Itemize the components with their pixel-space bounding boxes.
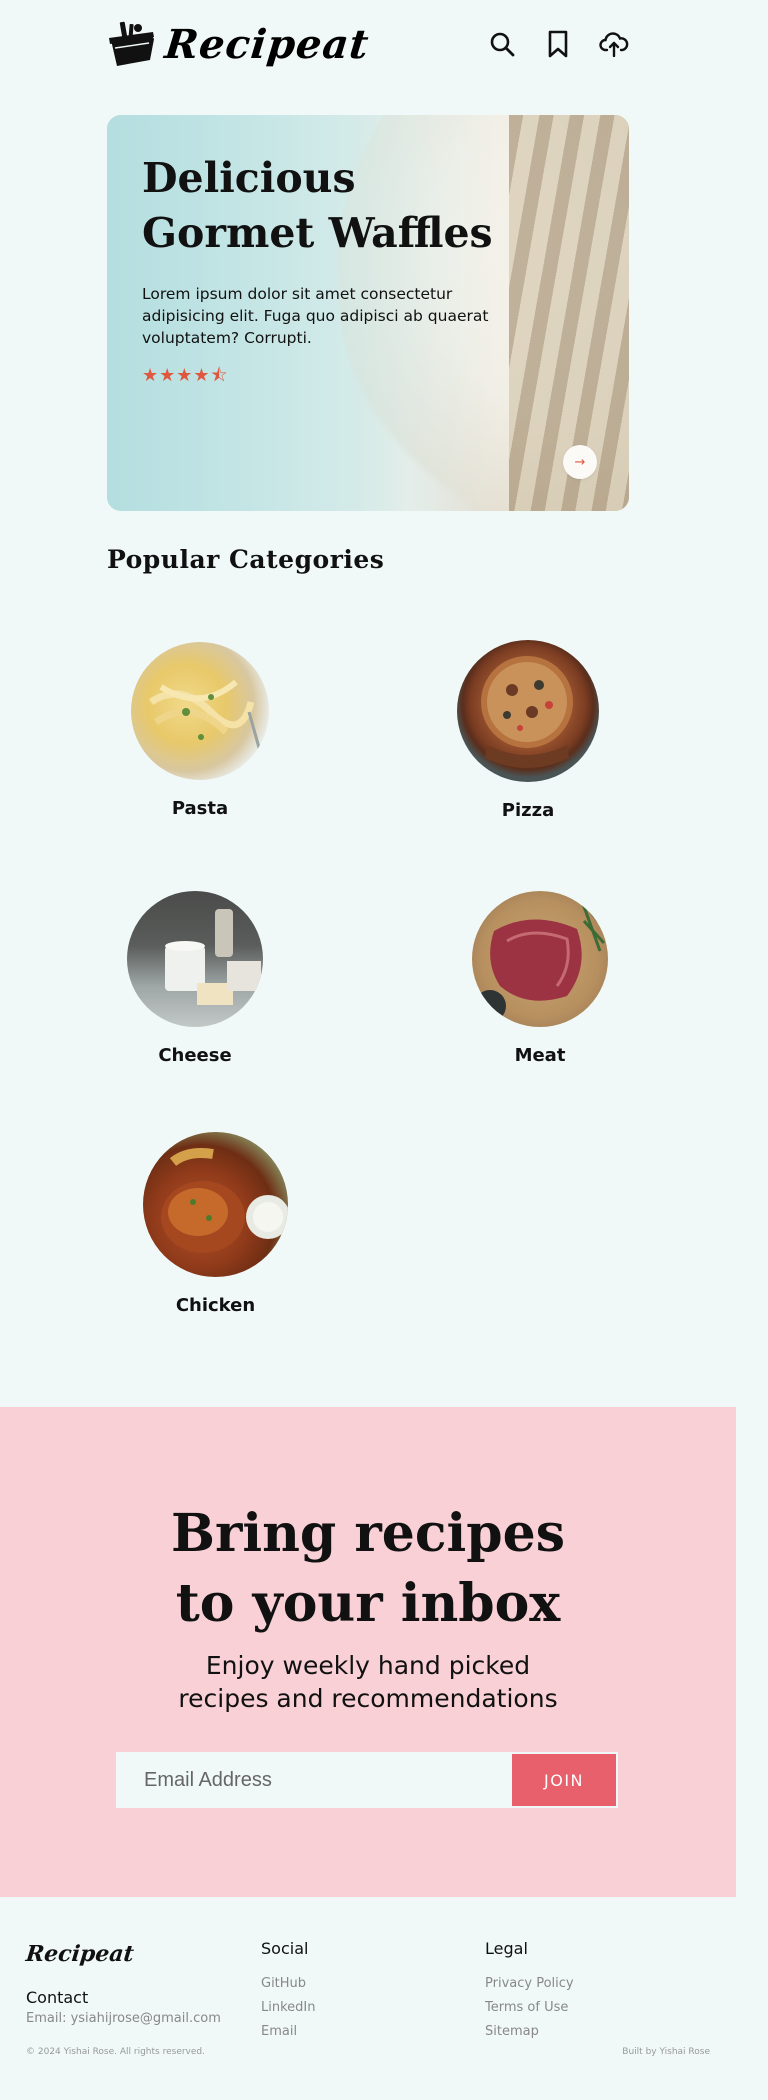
category-cheese[interactable]: Cheese (127, 891, 263, 1066)
search-icon[interactable] (487, 29, 517, 59)
hero-content: Delicious Gormet Waffles Lorem ipsum dol… (142, 151, 522, 393)
category-label: Cheese (158, 1045, 232, 1066)
category-label: Chicken (175, 1295, 256, 1316)
built-by-text: Built by Yishai Rose (622, 2047, 710, 2057)
site-header: Recipeat (107, 16, 629, 72)
brand-name: Recipeat (162, 20, 372, 68)
category-label: Pasta (171, 798, 229, 819)
footer-legal: Legal Privacy Policy Terms of Use Sitema… (485, 1939, 574, 2044)
email-link[interactable]: Email (261, 2020, 315, 2044)
hero-card[interactable]: Delicious Gormet Waffles Lorem ipsum dol… (107, 115, 629, 511)
star-rating: ★★★★⯪ (142, 365, 229, 386)
newsletter-form: JOIN (116, 1752, 618, 1808)
brand-logo[interactable]: Recipeat (107, 20, 372, 68)
header-actions (487, 29, 629, 59)
copyright-text: © 2024 Yishai Rose. All rights reserved. (26, 2047, 205, 2057)
category-label: Meat (514, 1045, 566, 1066)
basket-logo-icon (107, 20, 157, 68)
footer-social: Social GitHub LinkedIn Email (261, 1939, 315, 2044)
category-pasta[interactable]: Pasta (131, 642, 269, 819)
arrow-right-icon[interactable]: → (563, 445, 597, 479)
legal-heading: Legal (485, 1939, 528, 1958)
privacy-policy-link[interactable]: Privacy Policy (485, 1972, 574, 1996)
cheese-image (127, 891, 263, 1027)
pizza-image (457, 640, 599, 782)
hero-title: Delicious Gormet Waffles (142, 154, 493, 257)
meat-image (472, 891, 608, 1027)
category-pizza[interactable]: Pizza (457, 640, 599, 821)
newsletter-title: Bring recipes to your inbox (171, 1503, 565, 1634)
hero-description: Lorem ipsum dolor sit amet consectetur a… (142, 285, 489, 347)
category-chicken[interactable]: Chicken (143, 1132, 288, 1316)
footer-brand[interactable]: Recipeat (25, 1941, 136, 1967)
linkedin-link[interactable]: LinkedIn (261, 1996, 315, 2020)
categories-title: Popular Categories (107, 545, 385, 574)
upload-cloud-icon[interactable] (599, 29, 629, 59)
chicken-image (143, 1132, 288, 1277)
site-footer: Recipeat Contact Email: ysiahijrose@gmai… (0, 1897, 768, 2100)
terms-of-use-link[interactable]: Terms of Use (485, 1996, 574, 2020)
sitemap-link[interactable]: Sitemap (485, 2020, 574, 2044)
join-button[interactable]: JOIN (512, 1754, 616, 1806)
contact-heading: Contact (26, 1988, 89, 2007)
category-meat[interactable]: Meat (472, 891, 608, 1066)
email-input[interactable] (118, 1754, 512, 1806)
pasta-image (131, 642, 269, 780)
bookmark-icon[interactable] (543, 29, 573, 59)
contact-email[interactable]: Email: ysiahijrose@gmail.com (26, 2011, 221, 2026)
category-label: Pizza (501, 800, 555, 821)
newsletter-section: Bring recipes to your inbox Enjoy weekly… (0, 1407, 736, 1897)
social-heading: Social (261, 1939, 309, 1958)
newsletter-subtitle: Enjoy weekly hand picked recipes and rec… (178, 1651, 558, 1713)
github-link[interactable]: GitHub (261, 1972, 315, 1996)
